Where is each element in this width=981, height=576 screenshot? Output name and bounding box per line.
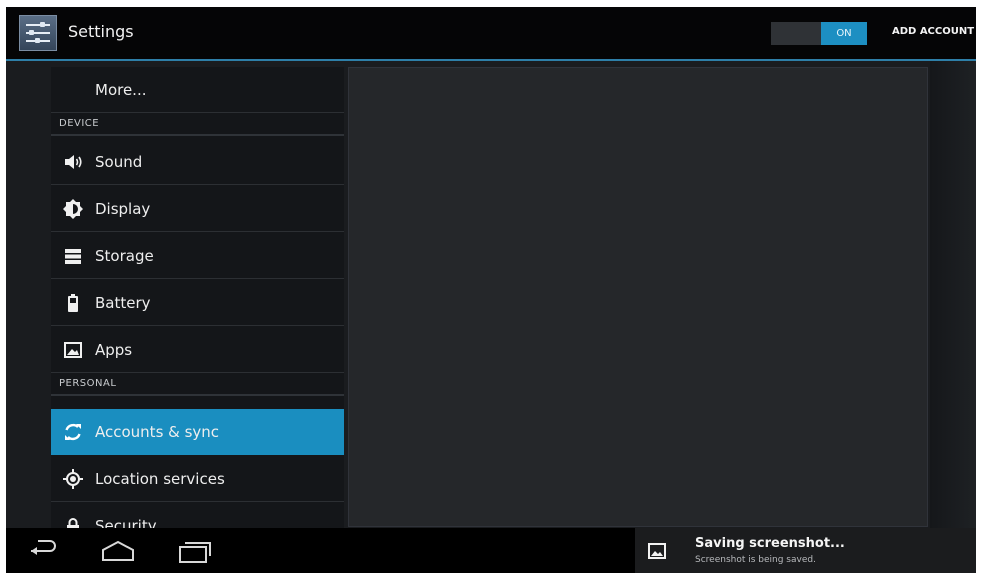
section-header-device: DEVICE [51, 114, 344, 136]
sync-icon [65, 423, 81, 441]
recents-icon[interactable] [178, 538, 212, 564]
notification-text: Screenshot is being saved. [695, 555, 816, 565]
system-bar: Saving screenshot... Screenshot is being… [6, 528, 976, 573]
list-item-sound[interactable]: Sound [51, 139, 344, 185]
list-item-storage[interactable]: Storage [51, 233, 344, 279]
apps-icon [64, 342, 82, 358]
list-item-location[interactable]: Location services [51, 456, 344, 502]
back-icon[interactable] [28, 538, 60, 564]
battery-icon [68, 294, 78, 312]
master-toggle-switch[interactable]: ON [771, 22, 867, 45]
list-item-label: Apps [95, 341, 133, 359]
detail-pane [348, 67, 928, 527]
list-item-label: More... [95, 81, 147, 99]
image-icon [648, 543, 666, 559]
toggle-on-label: ON [821, 22, 867, 45]
location-icon [63, 469, 83, 489]
action-bar: Settings ON ADD ACCOUNT [6, 7, 976, 61]
right-edge-panel [930, 61, 976, 533]
list-item-label: Display [95, 200, 151, 218]
speaker-icon [65, 155, 82, 169]
settings-list: More... DEVICE Sound Display Storage Bat… [51, 67, 344, 533]
android-screen: Settings ON ADD ACCOUNT More... DEVICE S… [6, 7, 976, 573]
add-account-button[interactable]: ADD ACCOUNT [892, 26, 974, 37]
home-icon[interactable] [101, 538, 135, 564]
notification-title: Saving screenshot... [695, 536, 845, 551]
screenshot-notification[interactable]: Saving screenshot... Screenshot is being… [635, 528, 976, 573]
section-header-personal: PERSONAL [51, 374, 344, 396]
storage-icon [65, 249, 81, 264]
list-item-battery[interactable]: Battery [51, 280, 344, 326]
settings-sliders-icon[interactable] [19, 15, 57, 51]
page-title: Settings [68, 22, 134, 41]
section-header-label: DEVICE [59, 118, 100, 129]
list-item-label: Battery [95, 294, 151, 312]
section-header-label: PERSONAL [59, 378, 117, 389]
list-item-label: Location services [95, 470, 225, 488]
list-item-display[interactable]: Display [51, 186, 344, 232]
list-item-label: Sound [95, 153, 143, 171]
list-item-label: Accounts & sync [95, 423, 220, 441]
list-item-more[interactable]: More... [51, 67, 344, 113]
list-item-accounts-sync[interactable]: Accounts & sync [51, 409, 344, 455]
list-item-label: Storage [95, 247, 154, 265]
list-item-apps[interactable]: Apps [51, 327, 344, 373]
brightness-icon [63, 199, 83, 219]
